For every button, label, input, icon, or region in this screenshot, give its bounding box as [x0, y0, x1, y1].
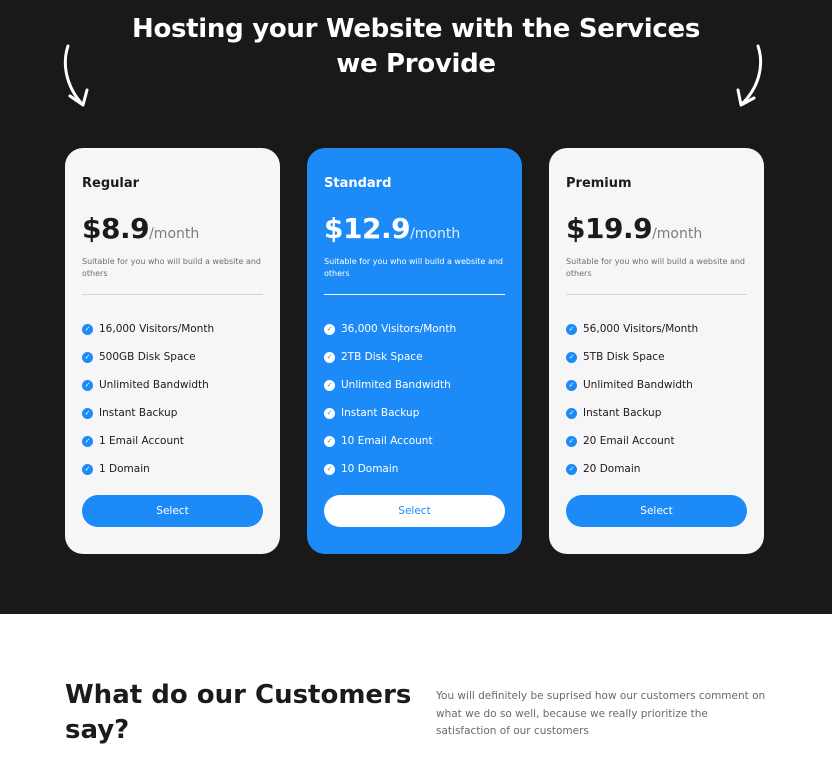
feature-list: ✓ 56,000 Visitors/Month ✓ 5TB Disk Space ✓… — [566, 315, 756, 483]
feature-item: ✓ Instant Backup — [566, 399, 756, 427]
feature-label: 10 Email Account — [341, 435, 433, 447]
check-circle-icon: ✓ — [566, 435, 577, 447]
feature-label: 10 Domain — [341, 463, 399, 475]
pricing-section: Hosting your Website with the Services w… — [0, 0, 832, 614]
feature-label: 36,000 Visitors/Month — [341, 323, 457, 335]
check-circle-icon: ✓ — [82, 407, 93, 419]
feature-label: 20 Email Account — [583, 435, 675, 447]
check-circle-icon: ✓ — [566, 379, 577, 391]
feature-item: ✓ 10 Email Account — [324, 427, 514, 455]
feature-label: 5TB Disk Space — [583, 351, 665, 363]
feature-item: ✓ 16,000 Visitors/Month — [82, 315, 272, 343]
pricing-card-premium: Premium $19.9/month Suitable for you who… — [549, 148, 764, 554]
feature-label: 56,000 Visitors/Month — [583, 323, 699, 335]
check-circle-icon: ✓ — [566, 351, 577, 363]
feature-item: ✓ 1 Domain — [82, 455, 272, 483]
plan-price: $19.9/month — [566, 212, 702, 245]
feature-label: Instant Backup — [341, 407, 420, 419]
feature-item: ✓ 5TB Disk Space — [566, 343, 756, 371]
check-circle-icon: ✓ — [566, 323, 577, 335]
price-period: /month — [149, 226, 200, 242]
check-circle-icon: ✓ — [324, 463, 335, 475]
pricing-card-regular: Regular $8.9/month Suitable for you who … — [65, 148, 280, 554]
check-circle-icon: ✓ — [566, 407, 577, 419]
feature-item: ✓ 36,000 Visitors/Month — [324, 315, 514, 343]
feature-list: ✓ 16,000 Visitors/Month ✓ 500GB Disk Space… — [82, 315, 272, 483]
plan-name: Standard — [324, 176, 392, 191]
plan-description: Suitable for you who will build a websit… — [566, 257, 746, 278]
check-circle-icon: ✓ — [324, 407, 335, 419]
select-standard-button[interactable]: Select — [324, 495, 505, 527]
feature-item: ✓ 56,000 Visitors/Month — [566, 315, 756, 343]
feature-label: Instant Backup — [583, 407, 662, 419]
pricing-title-line-1: Hosting your Website with the Services — [131, 14, 700, 44]
feature-label: Instant Backup — [99, 407, 178, 419]
pricing-title: Hosting your Website with the Services w… — [0, 12, 832, 82]
plan-price: $8.9/month — [82, 212, 199, 245]
feature-item: ✓ 10 Domain — [324, 455, 514, 483]
feature-label: 1 Email Account — [99, 435, 184, 447]
plan-name: Premium — [566, 176, 632, 191]
check-circle-icon: ✓ — [82, 323, 93, 335]
price-period: /month — [410, 226, 461, 242]
pricing-title-line-2: we Provide — [336, 49, 496, 79]
check-circle-icon: ✓ — [566, 463, 577, 475]
check-circle-icon: ✓ — [324, 351, 335, 363]
plan-name: Regular — [82, 176, 140, 191]
curved-arrow-down-icon — [63, 44, 89, 107]
check-circle-icon: ✓ — [324, 379, 335, 391]
price-amount: $12.9 — [324, 212, 411, 245]
feature-label: 500GB Disk Space — [99, 351, 196, 363]
feature-label: Unlimited Bandwidth — [99, 379, 209, 391]
price-amount: $8.9 — [82, 212, 150, 245]
feature-item: ✓ Instant Backup — [324, 399, 514, 427]
feature-label: Unlimited Bandwidth — [583, 379, 693, 391]
plan-description: Suitable for you who will build a websit… — [324, 257, 504, 278]
divider — [82, 294, 263, 295]
customers-title-line-1: What do our Customers — [65, 680, 412, 710]
feature-label: 2TB Disk Space — [341, 351, 423, 363]
feature-label: 16,000 Visitors/Month — [99, 323, 215, 335]
customers-title: What do our Customers say? — [65, 678, 415, 748]
feature-item: ✓ 2TB Disk Space — [324, 343, 514, 371]
check-circle-icon: ✓ — [82, 463, 93, 475]
check-circle-icon: ✓ — [324, 323, 335, 335]
price-amount: $19.9 — [566, 212, 653, 245]
feature-item: ✓ 1 Email Account — [82, 427, 272, 455]
check-circle-icon: ✓ — [82, 351, 93, 363]
feature-item: ✓ 500GB Disk Space — [82, 343, 272, 371]
feature-list: ✓ 36,000 Visitors/Month ✓ 2TB Disk Space ✓… — [324, 315, 514, 483]
check-circle-icon: ✓ — [82, 379, 93, 391]
pricing-card-standard: Standard $12.9/month Suitable for you wh… — [307, 148, 522, 554]
feature-item: ✓ Instant Backup — [82, 399, 272, 427]
feature-item: ✓ Unlimited Bandwidth — [324, 371, 514, 399]
plan-description: Suitable for you who will build a websit… — [82, 257, 262, 278]
select-premium-button[interactable]: Select — [566, 495, 747, 527]
feature-label: 1 Domain — [99, 463, 150, 475]
feature-item: ✓ Unlimited Bandwidth — [82, 371, 272, 399]
divider — [566, 294, 747, 295]
check-circle-icon: ✓ — [324, 435, 335, 447]
price-period: /month — [652, 226, 703, 242]
divider — [324, 294, 505, 295]
curved-arrow-down-icon — [736, 44, 763, 107]
plan-price: $12.9/month — [324, 212, 460, 245]
feature-label: Unlimited Bandwidth — [341, 379, 451, 391]
feature-item: ✓ 20 Email Account — [566, 427, 756, 455]
feature-item: ✓ 20 Domain — [566, 455, 756, 483]
feature-item: ✓ Unlimited Bandwidth — [566, 371, 756, 399]
customers-title-line-2: say? — [65, 715, 130, 745]
check-circle-icon: ✓ — [82, 435, 93, 447]
select-regular-button[interactable]: Select — [82, 495, 263, 527]
feature-label: 20 Domain — [583, 463, 641, 475]
customers-description: You will definitely be suprised how our … — [436, 690, 766, 737]
